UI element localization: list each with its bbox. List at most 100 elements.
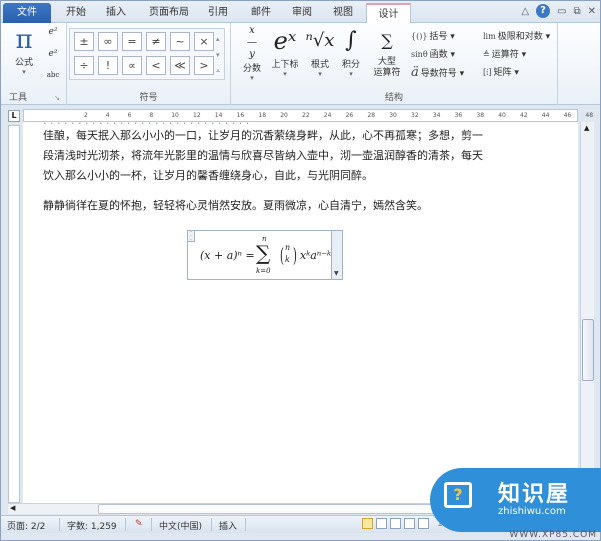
symbol-not-equal[interactable]: ≠	[146, 32, 166, 51]
equation-box[interactable]: · · · (x + a)ⁿ = n ∑ k=0 ( n k ) xᵏaⁿ⁻ᵏ ▼	[187, 230, 343, 280]
ruler-tick-label: 20	[280, 112, 288, 119]
binom-open: (	[279, 243, 284, 267]
ruler-tick-label: 4	[105, 112, 110, 119]
horizontal-ruler[interactable]: 2 4 6 8 10 12 14 16 18 20 22 24 26 28 30 32 34 36 38 40 42 44…	[23, 109, 593, 122]
draft-icon[interactable]	[418, 518, 429, 529]
ruler-tick-label: 14	[214, 112, 223, 119]
ruler-tick-label: 24	[323, 112, 332, 119]
bracket-label: 括号	[429, 32, 448, 42]
full-screen-reading-icon[interactable]	[376, 518, 387, 529]
radical-button[interactable]: ⁿ√x 根式 ▾	[305, 25, 335, 78]
dialog-launcher-icon[interactable]: ↘	[54, 94, 60, 102]
group-symbols: ± ∞ = ≠ ~ × ÷ ! ∝ < ≪ > ▴ ▾ ⩡ 符号	[67, 23, 231, 105]
ruler-tick-label: 6	[127, 112, 132, 119]
operator-button[interactable]: ≜ 运算符 ▾	[483, 47, 526, 60]
equation-options-button[interactable]: ▼	[331, 231, 342, 279]
word-count[interactable]: 字数: 1,259	[67, 519, 117, 532]
accent-button[interactable]: ä 导数符号 ▾	[411, 65, 464, 80]
symbol-factorial[interactable]: !	[98, 56, 118, 75]
tab-page-layout[interactable]: 页面布局	[141, 3, 197, 23]
matrix-button[interactable]: [⁞] 矩阵 ▾	[483, 65, 519, 78]
professional-format-icon[interactable]: e²	[43, 27, 63, 37]
group-tools: π 公式 ▾ e² e² abc 工具 ↘	[1, 23, 67, 105]
tab-home[interactable]: 开始	[59, 3, 93, 23]
scroll-thumb[interactable]	[582, 319, 594, 381]
tab-design[interactable]: 设计	[366, 3, 411, 24]
tab-file[interactable]: 文件	[3, 3, 51, 23]
vertical-ruler[interactable]	[8, 125, 20, 503]
script-icon: eˣ	[273, 27, 297, 55]
symbol-equals[interactable]: =	[122, 32, 142, 51]
tab-view[interactable]: 视图	[326, 3, 360, 23]
ruler-tick-label: 36	[454, 112, 463, 119]
proofing-icon[interactable]: ✎	[135, 519, 143, 529]
operator-icon: ≜	[483, 50, 490, 59]
large-operator-button[interactable]: ∑ 大型 运算符	[367, 25, 407, 79]
ruler-tick-label: 18	[258, 112, 267, 119]
ruler-tick-label: 10	[171, 112, 179, 119]
ruler-tick-label: 40	[498, 112, 506, 119]
language-indicator[interactable]: 中文(中国)	[159, 519, 202, 532]
vertical-scrollbar[interactable]: ▲ ▼ ⇟	[580, 122, 594, 503]
accent-icon: ä	[411, 65, 419, 80]
outline-icon[interactable]	[404, 518, 415, 529]
symbol-proportional[interactable]: ∝	[122, 56, 142, 75]
script-button[interactable]: eˣ 上下标 ▾	[267, 25, 303, 78]
collapse-ribbon-icon[interactable]: △	[521, 6, 529, 17]
symbol-times[interactable]: ×	[194, 32, 214, 51]
watermark-url: zhishiwu.com	[498, 506, 566, 517]
integral-button[interactable]: ∫ 积分 ▾	[337, 25, 365, 78]
symbol-tilde[interactable]: ~	[170, 32, 190, 51]
tab-insert[interactable]: 插入	[99, 3, 133, 23]
web-layout-icon[interactable]	[390, 518, 401, 529]
close-icon[interactable]: ✕	[588, 6, 596, 17]
ruler-tick-label: 46	[563, 112, 572, 119]
symbol-less-than[interactable]: <	[146, 56, 166, 75]
divider	[245, 518, 246, 531]
ruler-tick-label: 26	[345, 112, 354, 119]
tab-references[interactable]: 引用	[201, 3, 235, 23]
minimize-icon[interactable]: ▭	[557, 6, 566, 17]
normal-text-icon[interactable]: abc	[43, 71, 63, 79]
help-icon[interactable]: ?	[536, 4, 551, 18]
page-count[interactable]: 页面: 2/2	[7, 519, 45, 532]
fraction-button[interactable]: x — y 分数 ▾	[239, 25, 265, 82]
symbol-much-less[interactable]: ≪	[170, 56, 190, 75]
symbol-divide[interactable]: ÷	[74, 56, 94, 75]
binom-bottom: k	[285, 255, 290, 264]
horizontal-scroll-thumb[interactable]	[98, 504, 438, 514]
gallery-scroll[interactable]: ▴ ▾ ⩡	[216, 31, 220, 79]
scroll-left-icon[interactable]: ◀	[10, 504, 15, 512]
print-layout-icon[interactable]	[362, 518, 373, 529]
integral-icon: ∫	[345, 28, 357, 53]
function-button[interactable]: sinθ 函数 ▾	[411, 47, 455, 60]
limit-log-button[interactable]: lim 极限和对数 ▾	[483, 29, 550, 42]
paragraph-line: 段清浅时光沏茶，将流年光影里的温情与欣喜尽皆纳入壶中，沏一壶温润醇香的清茶，每天	[43, 149, 483, 162]
document-page[interactable]: · · · · · · · · · · · · · · · · · · · · …	[23, 122, 578, 503]
divider	[211, 518, 212, 531]
symbol-greater-than[interactable]: >	[194, 56, 214, 75]
window-controls: △ ? ▭ ⧉ ✕	[521, 4, 596, 18]
symbol-infinity[interactable]: ∞	[98, 32, 118, 51]
chevron-down-icon: ▾	[318, 70, 322, 78]
scroll-up-icon[interactable]: ▲	[584, 124, 589, 132]
chevron-down-icon: ▼	[334, 270, 339, 277]
tab-mailings[interactable]: 邮件	[244, 3, 278, 23]
formula-label: 公式	[14, 58, 33, 68]
view-buttons	[362, 518, 429, 529]
fraction-label: 分数	[242, 64, 261, 74]
restore-icon[interactable]: ⧉	[573, 6, 580, 17]
ruler-tick-label: 44	[541, 112, 550, 119]
linear-format-icon[interactable]: e²	[43, 49, 63, 59]
equation-drag-handle[interactable]: · · ·	[187, 230, 195, 244]
insert-mode[interactable]: 插入	[219, 519, 237, 532]
tab-review[interactable]: 审阅	[285, 3, 319, 23]
formula-button[interactable]: π 公式 ▾	[9, 25, 39, 76]
matrix-label: 矩阵	[493, 68, 512, 78]
sum-lower: k=0	[256, 267, 271, 275]
watermark-logo: ? 知识屋 zhishiwu.com	[430, 468, 601, 532]
group-label-symbols: 符号	[139, 93, 158, 103]
tab-selector[interactable]: L	[8, 110, 20, 122]
bracket-button[interactable]: {()} 括号 ▾	[411, 29, 455, 42]
symbol-plus-minus[interactable]: ±	[74, 32, 94, 51]
